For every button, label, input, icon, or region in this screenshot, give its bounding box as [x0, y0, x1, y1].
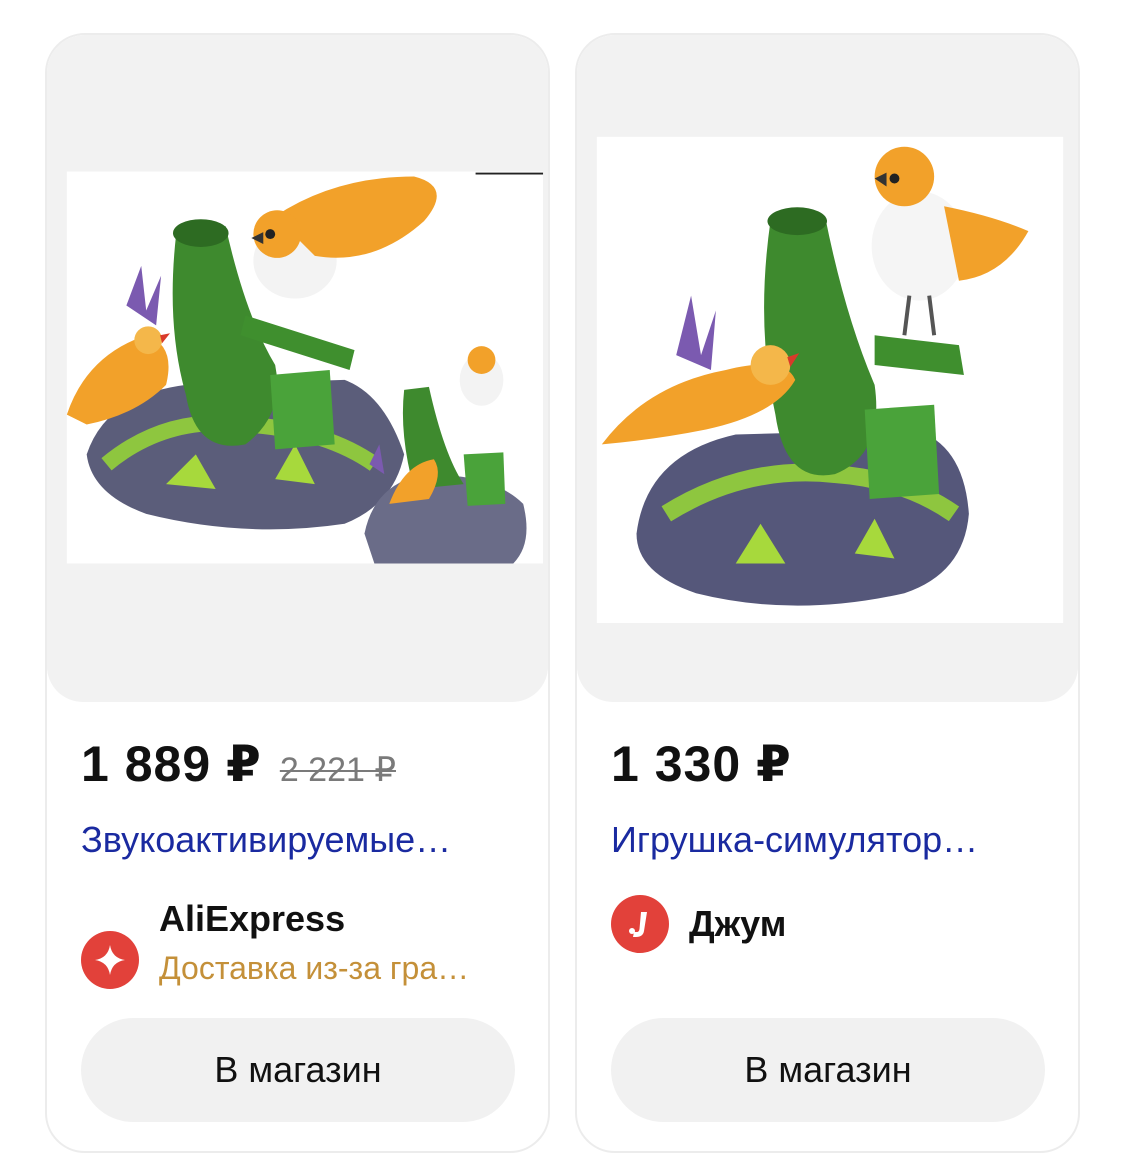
product-card[interactable]: 1 889 ₽ 2 221 ₽ Звукоактивируемые… AliEx…: [45, 33, 550, 1153]
shop-text: AliExpress Доставка из-за гра…: [159, 898, 519, 987]
price-row: 1 330 ₽: [611, 735, 792, 793]
price-row: 1 889 ₽ 2 221 ₽: [81, 735, 396, 793]
product-image[interactable]: [577, 35, 1078, 702]
shop-name: AliExpress: [159, 897, 346, 939]
current-price: 1 889 ₽: [81, 736, 262, 792]
shop-info[interactable]: AliExpress Доставка из-за гра…: [81, 895, 519, 989]
product-image[interactable]: [47, 35, 548, 702]
current-price: 1 330 ₽: [611, 736, 792, 792]
product-title-link[interactable]: Звукоактивируемые…: [81, 819, 521, 861]
joom-logo-icon: [611, 895, 669, 953]
product-card[interactable]: 1 330 ₽ Игрушка-симулятор… Джум В магази…: [575, 33, 1080, 1153]
go-to-store-button[interactable]: В магазин: [611, 1018, 1045, 1122]
go-to-store-button[interactable]: В магазин: [81, 1018, 515, 1122]
old-price: 2 221 ₽: [279, 751, 396, 789]
bird-toy-illustration: [47, 37, 548, 700]
shop-info[interactable]: Джум: [611, 895, 786, 953]
shop-text: Джум: [689, 903, 786, 945]
product-title-link[interactable]: Игрушка-симулятор…: [611, 819, 1051, 861]
bird-toy-illustration: [577, 37, 1078, 700]
shop-name: Джум: [689, 903, 787, 944]
delivery-note: Доставка из-за гра…: [159, 949, 470, 986]
aliexpress-logo-icon: [81, 931, 139, 989]
